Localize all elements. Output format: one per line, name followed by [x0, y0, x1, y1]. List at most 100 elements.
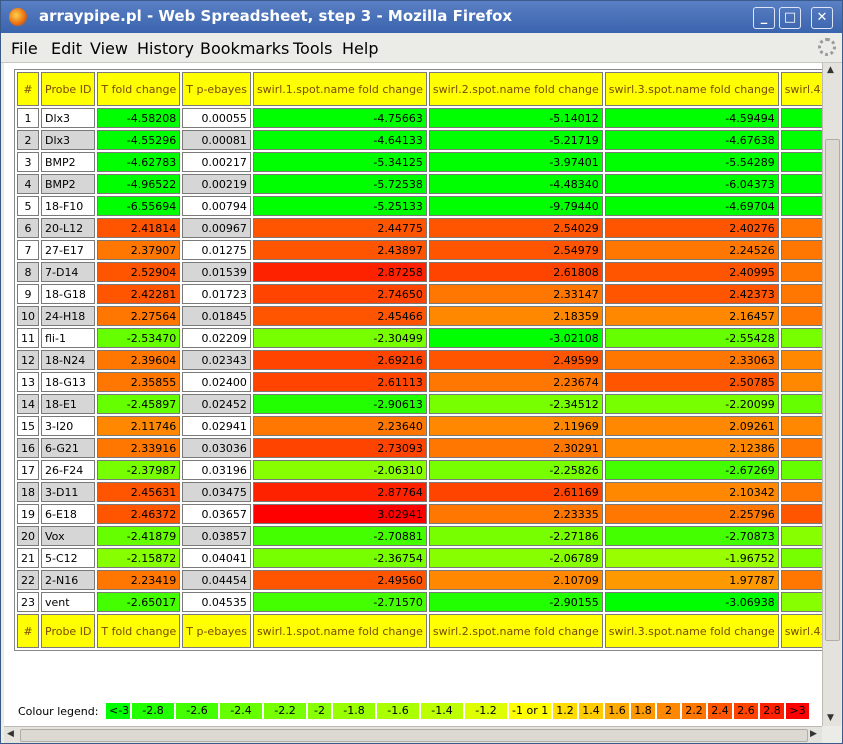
- fold-change-cell: 2.54979: [428, 240, 603, 260]
- fold-change-cell: 3.02941: [252, 504, 427, 524]
- fold-change-cell: -2.70873: [604, 526, 779, 546]
- fold-change-cell: 1.97787: [604, 570, 779, 590]
- horizontal-scrollbar[interactable]: ◀ ▶: [4, 726, 822, 743]
- fold-change-cell: 2.11267: [780, 372, 822, 392]
- header-row: # Probe ID T fold change T p-ebayes swirl.1.…: [17, 614, 822, 648]
- fold-change-cell: 2.41175: [780, 504, 822, 524]
- legend-swatch: 2.8: [760, 703, 786, 719]
- fold-change-cell: -5.72538: [252, 174, 427, 194]
- fold-change-cell: -2.30499: [252, 328, 427, 348]
- fold-change-cell: 2.46372: [97, 504, 181, 524]
- fold-change-cell: -2.25444: [780, 548, 822, 568]
- p-value-cell: 0.01845: [182, 306, 251, 326]
- probe-id-cell: 3-D11: [41, 482, 96, 502]
- fold-change-cell: -2.06310: [252, 460, 427, 480]
- scroll-down-icon[interactable]: ▼: [827, 713, 834, 723]
- legend-swatch: 2.6: [734, 703, 760, 719]
- row-number: 7: [17, 240, 39, 260]
- fold-change-cell: 2.61808: [428, 262, 603, 282]
- probe-id-cell: Dlx3: [41, 108, 96, 128]
- fold-change-cell: 2.10456: [780, 350, 822, 370]
- probe-id-cell: 18-G13: [41, 372, 96, 392]
- fold-change-cell: -4.48340: [428, 174, 603, 194]
- fold-change-cell: -4.58208: [97, 108, 181, 128]
- table-row: 12 18-N24 2.39604 0.02343 2.69216 2.49599 2.33…: [17, 350, 822, 370]
- fold-change-cell: 2.12386: [604, 438, 779, 458]
- fold-change-cell: -2.15872: [97, 548, 181, 568]
- fold-change-cell: 2.28858: [780, 218, 822, 238]
- fold-change-cell: -4.55296: [97, 130, 181, 150]
- p-value-cell: 0.00967: [182, 218, 251, 238]
- horizontal-scroll-thumb[interactable]: [20, 729, 808, 742]
- menu-bookmarks[interactable]: Bookmarks: [200, 39, 289, 58]
- probe-id-cell: 6-G21: [41, 438, 96, 458]
- column-header: #: [17, 72, 39, 106]
- table-row: 20 Vox -2.41879 0.03857 -2.70881 -2.27186 -2.7…: [17, 526, 822, 546]
- table-row: 4 BMP2 -4.96522 0.00219 -5.72538 -4.48340 -6.0…: [17, 174, 822, 194]
- fold-change-cell: 2.23419: [97, 570, 181, 590]
- fold-change-cell: 2.41814: [97, 218, 181, 238]
- table-row: 23 vent -2.65017 0.04535 -2.71570 -2.90155 -3.…: [17, 592, 822, 612]
- minimize-button[interactable]: _: [753, 7, 775, 29]
- fold-change-cell: -4.67638: [604, 130, 779, 150]
- header-row: # Probe ID T fold change T p-ebayes swirl.1.…: [17, 72, 822, 106]
- p-value-cell: 0.00794: [182, 196, 251, 216]
- column-header: swirl.1.spot.name fold change: [252, 72, 427, 106]
- fold-change-cell: -2.55428: [604, 328, 779, 348]
- legend-swatch: -2.4: [220, 703, 264, 719]
- scroll-left-icon[interactable]: ◀: [7, 729, 14, 739]
- legend-swatch: -1.2: [465, 703, 509, 719]
- vertical-scroll-thumb[interactable]: [825, 139, 840, 641]
- probe-id-cell: 18-N24: [41, 350, 96, 370]
- probe-id-cell: 6-E18: [41, 504, 96, 524]
- spreadsheet-table: # Probe ID T fold change T p-ebayes swirl.1.…: [14, 69, 822, 651]
- fold-change-cell: 2.74650: [252, 284, 427, 304]
- vertical-scrollbar[interactable]: ▲ ▼: [822, 63, 841, 726]
- menu-tools[interactable]: Tools: [293, 39, 332, 58]
- scroll-up-icon[interactable]: ▲: [827, 65, 834, 75]
- menu-edit[interactable]: Edit: [51, 39, 82, 58]
- legend-swatch: -1.4: [421, 703, 465, 719]
- menu-help[interactable]: Help: [342, 39, 378, 58]
- legend-swatch: -1 or 1: [509, 703, 553, 719]
- probe-id-cell: fli-1: [41, 328, 96, 348]
- p-value-cell: 0.03857: [182, 526, 251, 546]
- row-number: 20: [17, 526, 39, 546]
- table-row: 2 Dlx3 -4.55296 0.00081 -4.64133 -5.21719 -4.6…: [17, 130, 822, 150]
- fold-change-cell: 2.49599: [428, 350, 603, 370]
- row-number: 4: [17, 174, 39, 194]
- table-row: 6 20-L12 2.41814 0.00967 2.44775 2.54029 2.402…: [17, 218, 822, 238]
- row-number: 5: [17, 196, 39, 216]
- p-value-cell: 0.02343: [182, 350, 251, 370]
- p-value-cell: 0.01539: [182, 262, 251, 282]
- p-value-cell: 0.03475: [182, 482, 251, 502]
- maximize-button[interactable]: □: [779, 7, 801, 29]
- fold-change-cell: -7.65127: [780, 196, 822, 216]
- scroll-right-icon[interactable]: ▶: [810, 729, 817, 739]
- column-header: swirl.2.spot.name fold change: [428, 614, 603, 648]
- fold-change-cell: 2.25716: [780, 262, 822, 282]
- menu-file[interactable]: File: [11, 39, 38, 58]
- legend-swatch: 1.2: [553, 703, 579, 719]
- fold-change-cell: 2.54029: [428, 218, 603, 238]
- fold-change-cell: -5.54289: [604, 152, 779, 172]
- probe-id-cell: BMP2: [41, 174, 96, 194]
- table-row: 21 5-C12 -2.15872 0.04041 -2.36754 -2.06789 -1…: [17, 548, 822, 568]
- p-value-cell: 0.00055: [182, 108, 251, 128]
- menu-view[interactable]: View: [90, 39, 128, 58]
- legend-swatch: -1.8: [333, 703, 377, 719]
- close-button[interactable]: ✕: [811, 7, 833, 29]
- menu-history[interactable]: History: [137, 39, 194, 58]
- legend-swatch: 2: [657, 703, 682, 719]
- fold-change-cell: 2.31142: [780, 306, 822, 326]
- table-row: 10 24-H18 2.27564 0.01845 2.45466 2.18359 2.16…: [17, 306, 822, 326]
- fold-change-cell: 2.40995: [604, 262, 779, 282]
- title-bar[interactable]: arraypipe.pl - Web Spreadsheet, step 3 -…: [1, 1, 842, 33]
- p-value-cell: 0.02941: [182, 416, 251, 436]
- fold-change-cell: 2.02651: [780, 416, 822, 436]
- p-value-cell: 0.02209: [182, 328, 251, 348]
- table-row: 19 6-E18 2.46372 0.03657 3.02941 2.23335 2.257…: [17, 504, 822, 524]
- probe-id-cell: 2-N16: [41, 570, 96, 590]
- fold-change-cell: -2.32063: [780, 328, 822, 348]
- fold-change-cell: -5.14012: [428, 108, 603, 128]
